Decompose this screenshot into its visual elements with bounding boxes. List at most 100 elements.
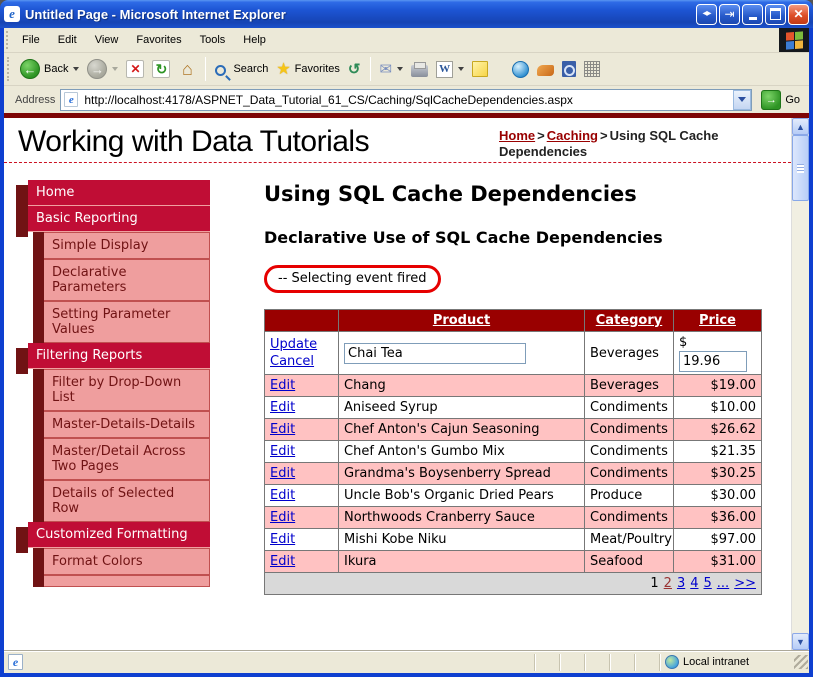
sidebar-item-label: Filter by Drop-Down List	[44, 369, 210, 411]
sidebar-item[interactable]: Home	[16, 180, 210, 211]
sidebar-item[interactable]: Setting Parameter Values	[33, 301, 210, 343]
mail-button[interactable]	[376, 58, 408, 80]
sort-category-link[interactable]: Category	[596, 313, 662, 328]
scrollbar-track[interactable]	[792, 135, 809, 633]
resize-toggle-button[interactable]	[696, 3, 717, 25]
edit-link[interactable]: Edit	[270, 422, 295, 437]
sort-product-link[interactable]: Product	[433, 313, 490, 328]
grid-edit-row: Update Cancel Beverages $	[264, 331, 762, 375]
update-link[interactable]: Update	[270, 337, 317, 352]
sidebar-item-label: Declarative Parameters	[44, 259, 210, 301]
address-input[interactable]	[82, 91, 734, 108]
edit-link[interactable]: Edit	[270, 466, 295, 481]
cancel-link[interactable]: Cancel	[270, 354, 314, 369]
menu-view[interactable]: View	[86, 31, 128, 49]
favorites-label: Favorites	[294, 63, 340, 75]
refresh-button[interactable]	[148, 58, 174, 80]
sidebar-item[interactable]: Basic Reporting	[16, 206, 210, 237]
sidebar-item[interactable]: Customized Formatting	[16, 522, 210, 553]
product-cell: Chef Anton's Cajun Seasoning	[338, 418, 585, 441]
search-button[interactable]: Search	[211, 61, 272, 78]
menu-edit[interactable]: Edit	[49, 31, 86, 49]
sidebar-item[interactable]: Declarative Parameters	[33, 259, 210, 301]
edit-link[interactable]: Edit	[270, 400, 295, 415]
main-content: Using SQL Cache Dependencies Declarative…	[264, 180, 764, 595]
menu-bar: File Edit View Favorites Tools Help	[13, 28, 779, 52]
breadcrumb-caching-link[interactable]: Caching	[547, 128, 598, 143]
back-button[interactable]: Back	[16, 57, 83, 81]
minimize-button[interactable]	[742, 3, 763, 25]
sidebar-item[interactable]: Format Colors	[33, 548, 210, 575]
home-button[interactable]	[174, 58, 200, 80]
category-cell: Condiments	[584, 440, 674, 463]
grid-row: Edit Chef Anton's Gumbo Mix Condiments $21.…	[264, 440, 762, 463]
price-input[interactable]	[679, 351, 747, 372]
breadcrumb-home-link[interactable]: Home	[499, 128, 535, 143]
go-button[interactable]: Go	[757, 88, 806, 112]
edit-link[interactable]: Edit	[270, 510, 295, 525]
sidebar-notch	[16, 348, 28, 374]
print-button[interactable]	[407, 60, 432, 79]
edit-link[interactable]: Edit	[270, 444, 295, 459]
menu-help[interactable]: Help	[234, 31, 275, 49]
scroll-up-button[interactable]	[792, 118, 809, 135]
edit-link[interactable]: Edit	[270, 378, 295, 393]
status-pane	[634, 653, 659, 671]
pager-link[interactable]: 3	[677, 576, 685, 591]
back-label: Back	[44, 63, 69, 75]
pager-link[interactable]: 5	[704, 576, 712, 591]
pager-link[interactable]: 2	[664, 576, 672, 591]
sidebar-notch	[16, 527, 28, 553]
favorites-button[interactable]: Favorites	[272, 57, 344, 81]
sidebar-item-label: Simple Display	[44, 232, 210, 259]
sidebar-item[interactable]: Filtering Reports	[16, 343, 210, 374]
sidebar-item[interactable]: Details of Selected Row	[33, 480, 210, 522]
status-main-pane	[4, 654, 534, 670]
pager-link[interactable]: >>	[734, 576, 756, 591]
research-button[interactable]	[558, 59, 580, 79]
menu-file[interactable]: File	[13, 31, 49, 49]
history-button[interactable]	[344, 58, 365, 80]
sidebar-item[interactable]: Filter by Drop-Down List	[33, 369, 210, 411]
sidebar-item[interactable]: Master-Details-Details	[33, 411, 210, 438]
category-cell: Meat/Poultry	[584, 528, 674, 551]
menu-tools[interactable]: Tools	[191, 31, 235, 49]
messenger-button[interactable]	[508, 59, 533, 80]
maximize-button[interactable]	[765, 3, 786, 25]
menu-bar-row: File Edit View Favorites Tools Help	[4, 28, 809, 53]
go-arrow-icon	[761, 89, 782, 110]
pager-link[interactable]: ...	[717, 576, 729, 591]
menu-grip[interactable]	[6, 31, 11, 49]
stop-button[interactable]	[122, 58, 148, 80]
forward-button[interactable]	[83, 57, 122, 81]
status-pane	[534, 653, 559, 671]
edit-link[interactable]: Edit	[270, 532, 295, 547]
product-name-input[interactable]	[344, 342, 526, 364]
edit-link[interactable]: Edit	[270, 554, 295, 569]
product-cell: Grandma's Boysenberry Spread	[338, 462, 585, 485]
back-icon	[20, 59, 40, 79]
edit-link[interactable]: Edit	[270, 488, 295, 503]
html-tool-button[interactable]	[580, 59, 604, 79]
sidebar-item[interactable]: Master/Detail Across Two Pages	[33, 438, 210, 480]
notes-button[interactable]	[468, 59, 492, 79]
edit-with-word-button[interactable]	[432, 59, 468, 80]
quick-launch-button[interactable]	[533, 60, 558, 78]
pager-link[interactable]: 4	[690, 576, 698, 591]
category-cell: Condiments	[584, 506, 674, 529]
undock-button[interactable]	[719, 3, 740, 25]
resize-grip[interactable]	[794, 655, 808, 669]
price-cell: $26.62	[673, 418, 762, 441]
scrollbar-thumb[interactable]	[792, 135, 809, 201]
page-body: Home Basic Reporting Simple Display Declara…	[4, 163, 791, 595]
close-button[interactable]	[788, 3, 809, 25]
price-cell: $30.00	[673, 484, 762, 507]
word-icon	[436, 60, 454, 78]
address-dropdown-button[interactable]	[733, 89, 752, 110]
sidebar-item[interactable]: Simple Display	[33, 232, 210, 259]
menu-favorites[interactable]: Favorites	[127, 31, 190, 49]
scroll-down-button[interactable]	[792, 633, 809, 650]
home-icon	[178, 60, 196, 78]
toolbar-grip[interactable]	[7, 57, 12, 81]
sort-price-link[interactable]: Price	[699, 313, 736, 328]
